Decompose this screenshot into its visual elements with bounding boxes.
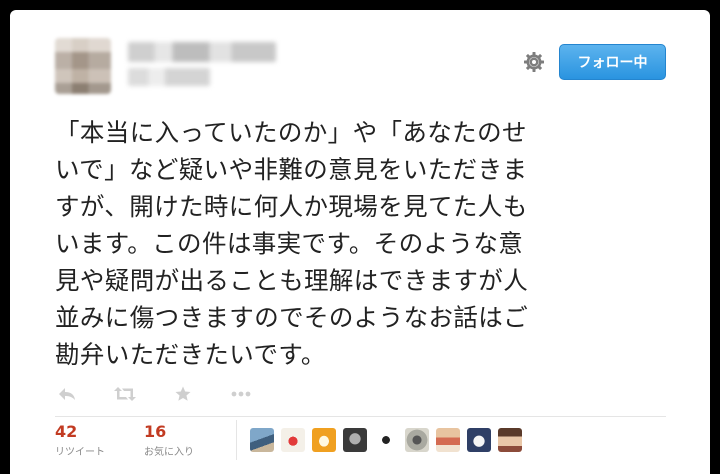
favoriter-avatar-6[interactable] bbox=[405, 428, 429, 452]
stats-top-divider bbox=[55, 416, 666, 417]
more-icon[interactable] bbox=[229, 382, 253, 406]
author-avatar-blurred[interactable] bbox=[55, 38, 111, 94]
favorite-count[interactable]: 16 bbox=[144, 422, 194, 441]
tweet-actions bbox=[55, 382, 287, 406]
favorite-label: お気に入り bbox=[144, 447, 194, 458]
favorite-star-icon[interactable] bbox=[171, 382, 195, 406]
favorite-stat[interactable]: 16 お気に入り bbox=[144, 422, 194, 458]
gear-icon[interactable] bbox=[522, 50, 546, 74]
favoriter-avatars bbox=[250, 428, 529, 452]
retweet-stat[interactable]: 42 リツイート bbox=[55, 422, 105, 458]
retweet-label: リツイート bbox=[55, 447, 105, 458]
following-button[interactable]: フォロー中 bbox=[559, 44, 666, 80]
stats-separator bbox=[236, 420, 237, 460]
retweet-count[interactable]: 42 bbox=[55, 422, 105, 441]
tweet-text: 「本当に入っていたのか」や「あなたのせ いで」など疑いや非難の意見をいただきま … bbox=[55, 118, 529, 369]
author-handle-blurred[interactable] bbox=[128, 68, 210, 86]
tweet-card: フォロー中 「本当に入っていたのか」や「あなたのせ いで」など疑いや非難の意見を… bbox=[10, 10, 710, 474]
favoriter-avatar-8[interactable] bbox=[467, 428, 491, 452]
favoriter-avatar-1[interactable] bbox=[250, 428, 274, 452]
favoriter-avatar-4[interactable] bbox=[343, 428, 367, 452]
favoriter-avatar-2[interactable] bbox=[281, 428, 305, 452]
favoriter-avatar-3[interactable] bbox=[312, 428, 336, 452]
reply-icon[interactable] bbox=[55, 382, 79, 406]
favoriter-avatar-9[interactable] bbox=[498, 428, 522, 452]
favoriter-avatar-5[interactable] bbox=[374, 428, 398, 452]
author-name-blurred[interactable] bbox=[128, 42, 276, 62]
favoriter-avatar-7[interactable] bbox=[436, 428, 460, 452]
retweet-icon[interactable] bbox=[113, 382, 137, 406]
